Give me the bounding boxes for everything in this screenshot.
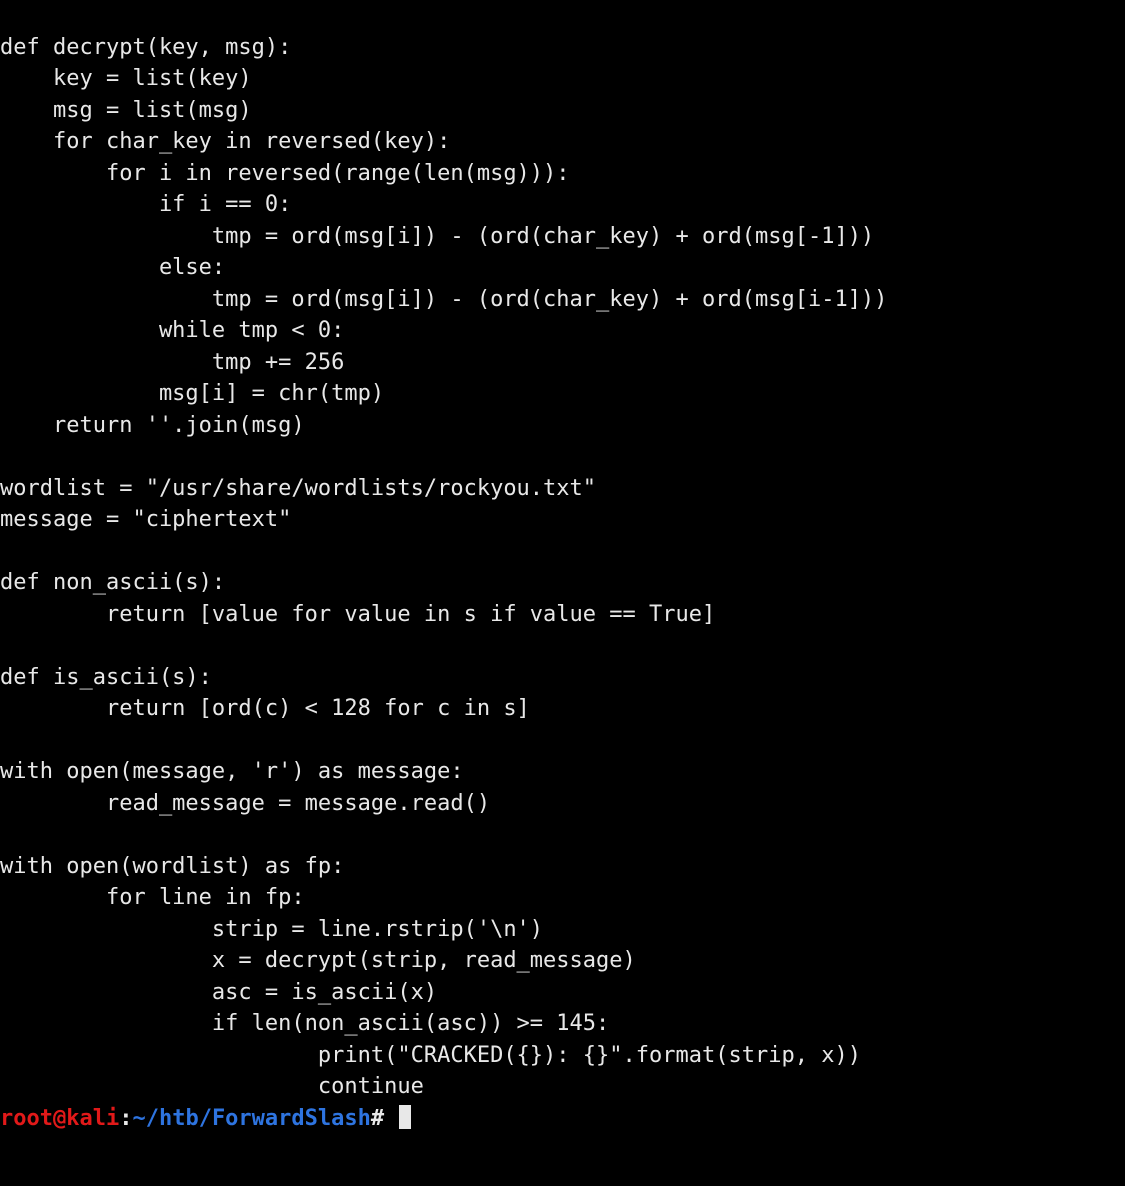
code-line: def decrypt(key, msg):	[0, 35, 291, 60]
code-line: else:	[0, 255, 225, 280]
code-line: with open(wordlist) as fp:	[0, 854, 344, 879]
code-line: continue	[0, 1074, 424, 1099]
code-line: for char_key in reversed(key):	[0, 129, 450, 154]
shell-prompt[interactable]: root@kali:~/htb/ForwardSlash#	[0, 1106, 411, 1131]
code-line: strip = line.rstrip('\n')	[0, 917, 543, 942]
prompt-path: ~/htb/ForwardSlash	[132, 1106, 370, 1131]
cursor-icon	[399, 1105, 411, 1129]
terminal-output[interactable]: def decrypt(key, msg): key = list(key) m…	[0, 0, 1125, 1134]
code-line: x = decrypt(strip, read_message)	[0, 948, 636, 973]
code-line: return [ord(c) < 128 for c in s]	[0, 696, 530, 721]
code-line: if i == 0:	[0, 192, 291, 217]
code-line: print("CRACKED({}): {}".format(strip, x)…	[0, 1043, 861, 1068]
code-line: asc = is_ascii(x)	[0, 980, 437, 1005]
code-line: tmp += 256	[0, 350, 344, 375]
code-line: tmp = ord(msg[i]) - (ord(char_key) + ord…	[0, 224, 874, 249]
code-line: for line in fp:	[0, 885, 305, 910]
code-line: key = list(key)	[0, 66, 252, 91]
code-line: if len(non_ascii(asc)) >= 145:	[0, 1011, 609, 1036]
prompt-separator: :	[119, 1106, 132, 1131]
code-line: while tmp < 0:	[0, 318, 344, 343]
code-line: read_message = message.read()	[0, 791, 490, 816]
code-line: return ''.join(msg)	[0, 413, 305, 438]
prompt-user: root@kali	[0, 1106, 119, 1131]
code-line: with open(message, 'r') as message:	[0, 759, 464, 784]
code-line: msg[i] = chr(tmp)	[0, 381, 384, 406]
code-line: wordlist = "/usr/share/wordlists/rockyou…	[0, 476, 596, 501]
prompt-hash: #	[371, 1106, 384, 1131]
code-line: return [value for value in s if value ==…	[0, 602, 715, 627]
code-line: msg = list(msg)	[0, 98, 252, 123]
code-line: def is_ascii(s):	[0, 665, 212, 690]
code-line: message = "ciphertext"	[0, 507, 291, 532]
code-line: for i in reversed(range(len(msg))):	[0, 161, 570, 186]
code-line: tmp = ord(msg[i]) - (ord(char_key) + ord…	[0, 287, 887, 312]
code-line: def non_ascii(s):	[0, 570, 225, 595]
